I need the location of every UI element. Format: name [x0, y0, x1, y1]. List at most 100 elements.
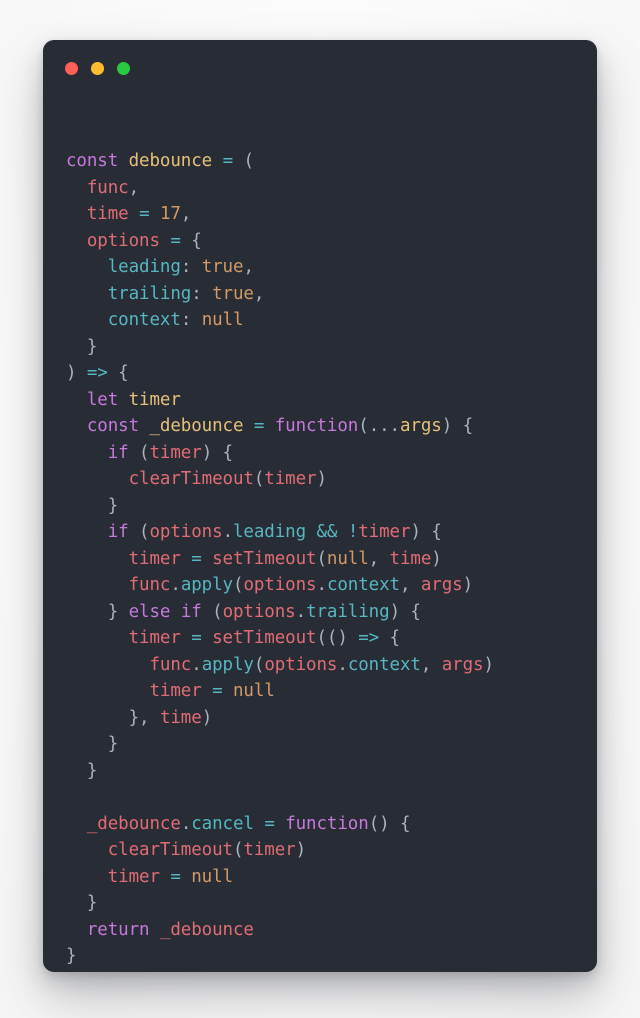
code-token: func — [128, 575, 171, 595]
code-token: () { — [368, 813, 411, 834]
code-token: ) { — [389, 601, 421, 622]
code-token: => — [86, 363, 108, 383]
code-token: null — [201, 310, 244, 330]
code-token: ( — [232, 840, 244, 860]
code-line: timer = null — [66, 864, 579, 891]
code-token: ) { — [441, 416, 474, 436]
code-line: let timer — [66, 387, 579, 414]
code-token: cancel — [191, 813, 254, 834]
minimize-window-button[interactable] — [91, 61, 104, 75]
code-line: leading: true, — [66, 254, 579, 281]
code-line: trailing: true, — [66, 281, 579, 308]
code-line: } — [66, 890, 579, 917]
code-token: = — [170, 230, 181, 251]
code-token: return — [86, 919, 150, 940]
code-token: ) — [66, 363, 87, 383]
maximize-window-button[interactable] — [117, 61, 130, 75]
code-token: clearTimeout — [107, 840, 233, 860]
code-line: } — [66, 731, 579, 758]
code-token: = — [170, 866, 181, 887]
code-editor-area[interactable]: const debounce = ( func, time = 17, opti… — [43, 96, 597, 972]
code-token: ( — [128, 442, 150, 463]
code-block[interactable]: const debounce = ( func, time = 17, opti… — [66, 148, 579, 970]
code-token: timer — [128, 628, 181, 648]
code-token: const — [66, 151, 119, 171]
code-token: let — [86, 389, 119, 410]
code-token: if — [107, 442, 129, 463]
code-token: { — [379, 628, 401, 648]
code-token: ... — [368, 416, 400, 436]
code-token: = — [191, 628, 202, 648]
code-token: ) — [316, 469, 327, 489]
code-token: ( — [253, 654, 265, 675]
code-token: ! — [347, 522, 359, 542]
code-line: return _debounce — [66, 917, 579, 944]
code-token: args — [400, 416, 442, 436]
code-token: , — [180, 204, 192, 224]
code-window: const debounce = ( func, time = 17, opti… — [43, 40, 597, 972]
page-background: const debounce = ( func, time = 17, opti… — [0, 0, 640, 1018]
code-token: function — [285, 813, 369, 834]
code-token: leading — [233, 522, 307, 542]
code-token: time — [389, 548, 432, 569]
code-token: options — [149, 522, 223, 542]
code-token: { — [191, 230, 202, 251]
code-token: } — [66, 893, 98, 913]
code-token: ( — [201, 601, 223, 622]
code-token: } — [66, 336, 98, 357]
code-token: }, — [66, 707, 160, 728]
code-token: function — [274, 416, 359, 436]
code-token: , — [128, 177, 140, 198]
code-token: = — [212, 681, 223, 701]
code-token: debounce — [128, 151, 213, 171]
code-line: timer = setTimeout(null, time) — [66, 546, 579, 573]
code-token: options — [86, 230, 160, 251]
code-token: leading — [107, 257, 181, 277]
code-token: args — [420, 575, 463, 595]
code-token: = — [264, 813, 275, 834]
code-token: . — [295, 601, 307, 622]
code-token: func — [86, 177, 129, 198]
code-token: . — [337, 654, 348, 675]
code-line: }, time) — [66, 705, 579, 732]
code-line: } — [66, 758, 579, 785]
code-token: context — [107, 310, 181, 330]
code-line: if (timer) { — [66, 440, 579, 467]
close-window-button[interactable] — [65, 61, 78, 75]
code-token: func — [149, 654, 192, 675]
code-token: args — [441, 654, 484, 675]
code-line: _debounce.cancel = function() { — [66, 811, 579, 838]
code-line: func.apply(options.context, args) — [66, 652, 579, 679]
code-token: : — [191, 283, 213, 304]
code-token: 17 — [159, 204, 181, 224]
code-token: } — [66, 495, 119, 516]
code-token: = — [253, 416, 265, 436]
code-token: context — [326, 575, 400, 595]
code-line: timer = setTimeout(() => { — [66, 625, 579, 652]
